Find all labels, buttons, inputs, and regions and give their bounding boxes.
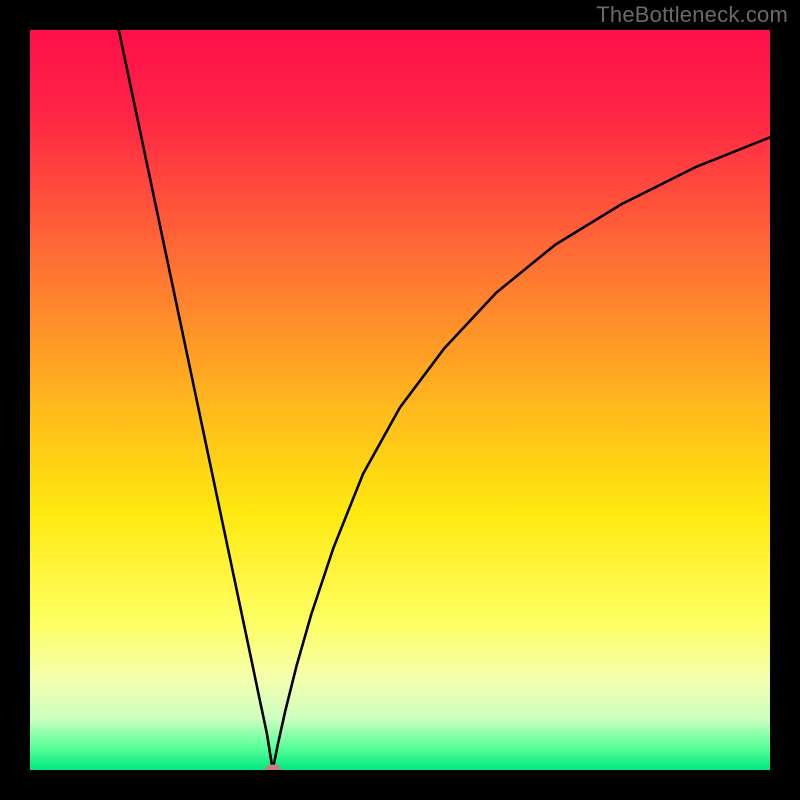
curve-right-branch bbox=[273, 137, 770, 770]
chart-frame: TheBottleneck.com bbox=[0, 0, 800, 800]
curve-left-branch bbox=[119, 30, 273, 770]
plot-area bbox=[30, 30, 770, 770]
bottleneck-curve bbox=[30, 30, 770, 770]
minimum-marker bbox=[265, 765, 281, 771]
watermark-text: TheBottleneck.com bbox=[596, 2, 788, 28]
